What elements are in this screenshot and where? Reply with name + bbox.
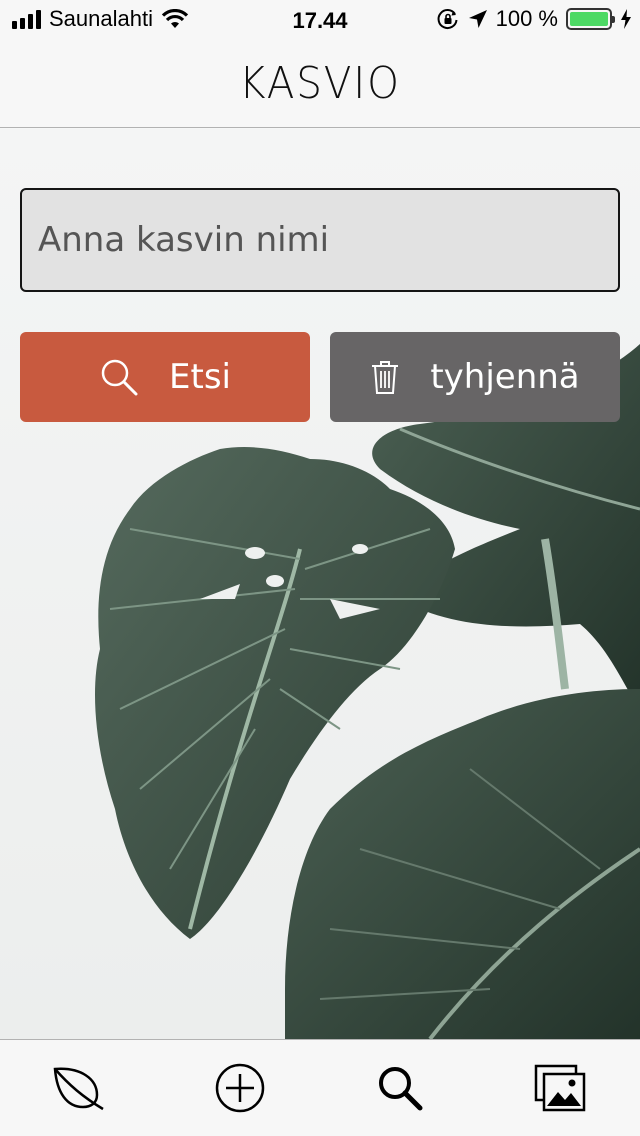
status-right: 100 %	[436, 6, 632, 32]
location-arrow-icon	[468, 10, 487, 28]
add-circle-icon	[215, 1063, 265, 1113]
tab-search[interactable]	[370, 1060, 430, 1116]
status-bar: Saunalahti 17.44 100 %	[0, 0, 640, 40]
search-icon	[101, 359, 138, 396]
tab-gallery[interactable]	[530, 1060, 590, 1116]
navigation-bar: KASVIO	[0, 40, 640, 128]
clear-button-label: tyhjennä	[430, 357, 580, 397]
search-button-label: Etsi	[169, 357, 231, 397]
leaf-icon	[53, 1067, 104, 1111]
charging-bolt-icon	[621, 9, 631, 29]
search-icon	[379, 1067, 423, 1111]
tab-add[interactable]	[210, 1060, 270, 1116]
gallery-icon	[534, 1064, 586, 1112]
plant-name-input[interactable]	[20, 188, 620, 292]
search-button[interactable]: Etsi	[20, 332, 310, 422]
tab-plants[interactable]	[48, 1060, 108, 1116]
clear-button[interactable]: tyhjennä	[330, 332, 620, 422]
battery-icon	[566, 8, 615, 30]
page-title: KASVIO	[239, 58, 401, 109]
battery-percent: 100 %	[495, 6, 558, 31]
trash-icon	[372, 361, 399, 394]
main-content: Etsi tyhjennä	[0, 129, 640, 1039]
orientation-lock-icon	[437, 9, 458, 29]
tab-bar	[0, 1039, 640, 1136]
